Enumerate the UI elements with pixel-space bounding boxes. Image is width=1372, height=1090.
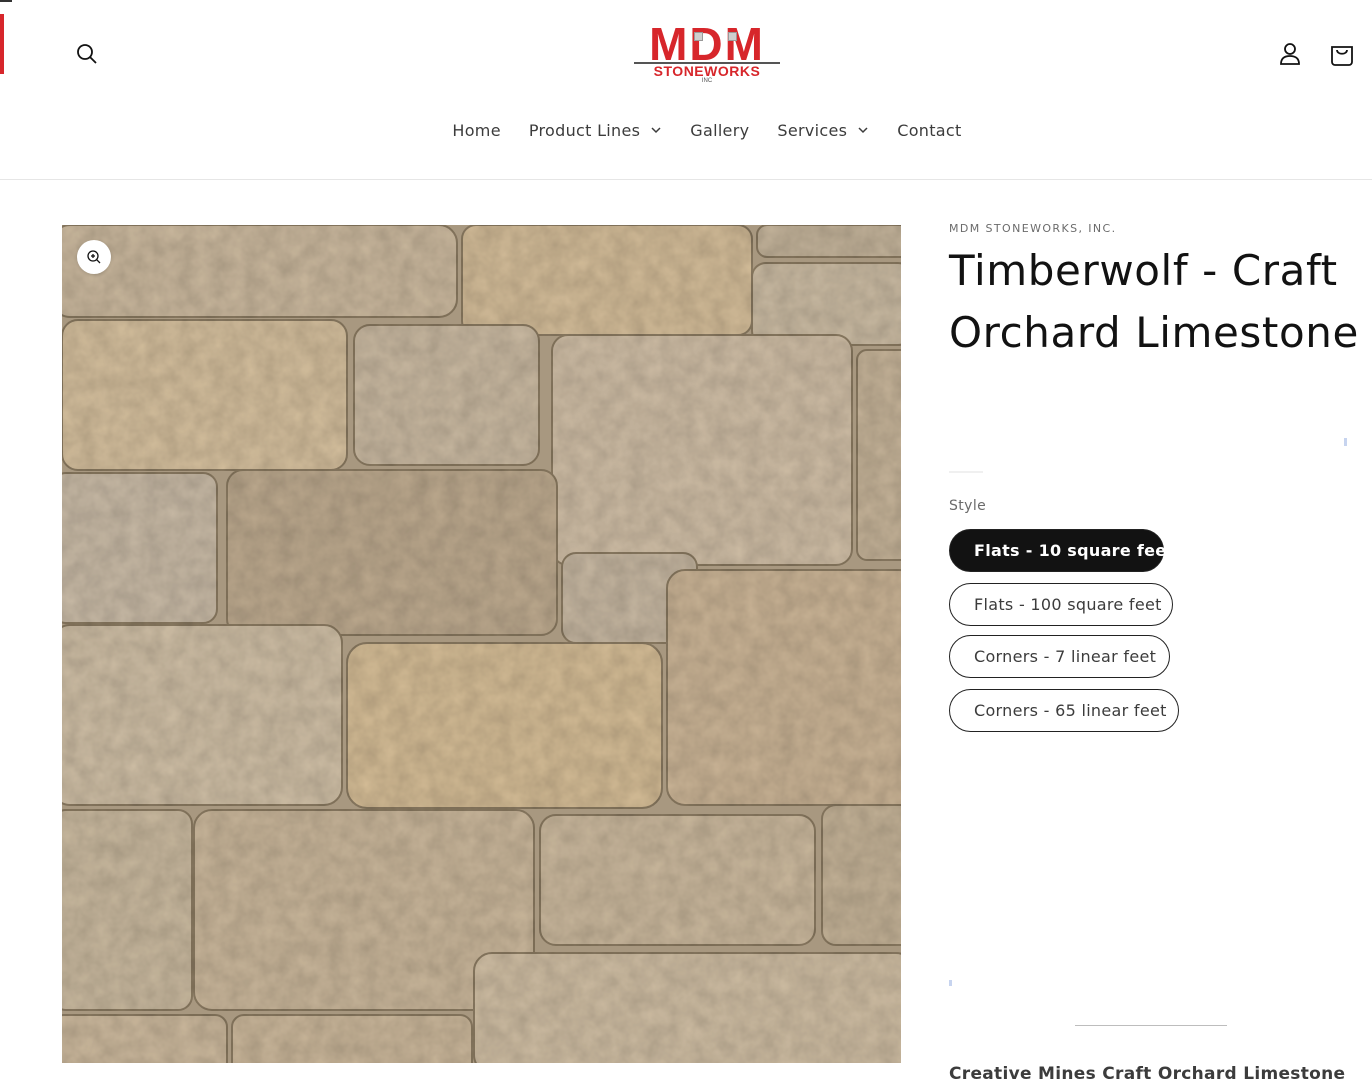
search-icon <box>77 44 97 64</box>
description-heading: Creative Mines Craft Orchard Limestone <box>949 1064 1346 1084</box>
zoom-button[interactable] <box>77 240 111 274</box>
divider <box>1075 1025 1227 1026</box>
nav-item-label: Services <box>777 120 848 140</box>
main-nav: Home Product Lines Gallery Services Contact <box>0 116 1372 144</box>
faint-mark <box>1344 438 1347 446</box>
chevron-down-icon <box>651 127 661 134</box>
search-button[interactable] <box>67 34 107 74</box>
chevron-down-icon <box>858 127 868 134</box>
nav-item-product-lines[interactable]: Product Lines <box>515 116 676 144</box>
nav-item-label: Gallery <box>690 120 750 140</box>
faint-mark <box>949 980 952 986</box>
nav-item-label: Home <box>452 120 501 140</box>
nav-item-gallery[interactable]: Gallery <box>676 116 763 144</box>
style-label: Style <box>949 498 987 514</box>
logo-inc-text: INC <box>701 78 713 84</box>
divider <box>949 471 983 473</box>
product-title: Timberwolf - Craft Orchard Limestone <box>949 246 1359 357</box>
logo-stoneworks-text: STONEWORKS <box>653 63 761 79</box>
style-option-flats-100[interactable]: Flats - 100 square feet <box>949 583 1173 626</box>
style-option-corners-65[interactable]: Corners - 65 linear feet <box>949 689 1179 732</box>
nav-item-services[interactable]: Services <box>763 116 883 144</box>
nav-item-label: Product Lines <box>528 120 641 140</box>
logo-window-mark <box>694 32 703 41</box>
account-button[interactable] <box>1270 34 1310 74</box>
style-option-corners-7[interactable]: Corners - 7 linear feet <box>949 635 1170 678</box>
cart-icon <box>1331 46 1353 66</box>
style-option-flats-10[interactable]: Flats - 10 square feet <box>949 529 1174 572</box>
nav-item-home[interactable]: Home <box>438 116 514 144</box>
stone-wall-image <box>62 225 901 1063</box>
logo-window-mark <box>728 32 737 41</box>
site-logo[interactable]: MDM STONEWORKS INC <box>620 18 794 90</box>
product-vendor: MDM STONEWORKS, INC. <box>949 222 1117 235</box>
nav-item-label: Contact <box>897 120 962 140</box>
cart-button[interactable] <box>1322 34 1362 74</box>
zoom-in-icon <box>87 250 101 264</box>
site-header: MDM STONEWORKS INC Home Product Lines Gall… <box>0 0 1372 180</box>
account-icon <box>1280 43 1300 65</box>
product-image[interactable] <box>62 225 901 1063</box>
nav-item-contact[interactable]: Contact <box>883 116 975 144</box>
